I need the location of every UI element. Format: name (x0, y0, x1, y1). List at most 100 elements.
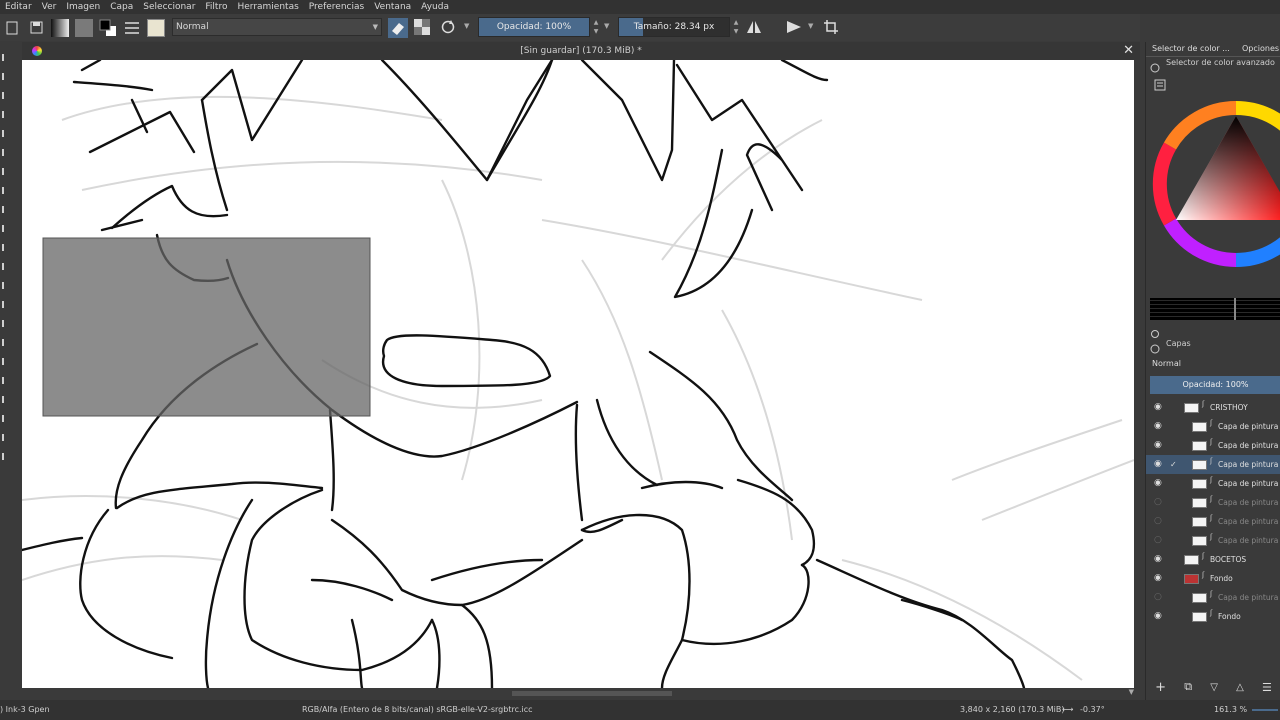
horizontal-scroll-thumb[interactable] (512, 691, 672, 696)
move-tool-icon[interactable] (2, 320, 9, 327)
bezier-tool-icon[interactable] (2, 225, 9, 232)
transform-tool-icon[interactable] (2, 301, 9, 308)
crop-wrap-icon[interactable] (823, 19, 839, 39)
pattern-icon[interactable] (74, 18, 94, 38)
brush-tool-icon[interactable] (2, 111, 9, 118)
visibility-eye-icon[interactable]: ◉ (1154, 569, 1162, 588)
tab-tool-options[interactable]: Opciones (1242, 42, 1279, 56)
color-selector-settings-icon[interactable] (1154, 76, 1166, 95)
size-slider[interactable]: Tamaño: 28.34 px (618, 17, 730, 37)
menu-item-seleccionar[interactable]: Seleccionar (138, 2, 200, 12)
visibility-eye-icon[interactable]: ◉ (1154, 417, 1162, 436)
chevron-down-icon[interactable]: ▼ (604, 22, 609, 30)
layer-row[interactable]: ◉ ʃ Fondo (1146, 607, 1280, 626)
layer-blend-select[interactable]: Normal (1146, 356, 1280, 372)
visibility-eye-icon[interactable]: ◉ (1154, 436, 1162, 455)
add-layer-icon[interactable]: + (1155, 680, 1166, 695)
document-tab[interactable]: [Sin guardar] (170.3 MiB) * ✕ (22, 42, 1140, 60)
docker-float-icon[interactable] (1150, 58, 1160, 77)
mirror-horizontal-icon[interactable] (746, 19, 762, 39)
visibility-eye-icon[interactable]: ○ (1154, 512, 1162, 531)
ellipse-tool-icon[interactable] (2, 168, 9, 175)
alpha-lock-icon[interactable] (414, 19, 432, 37)
gradient-icon[interactable] (50, 18, 70, 38)
drawing-canvas[interactable] (22, 60, 1134, 688)
freehand-path-tool-icon[interactable] (2, 244, 9, 251)
opacity-spin-icon[interactable]: ▲ ▼ (591, 18, 601, 38)
menu-item-ventana[interactable]: Ventana (369, 2, 416, 12)
layer-opacity-slider[interactable]: Opacidad: 100% (1150, 376, 1280, 394)
chevron-down-icon[interactable]: ▼ (464, 22, 469, 30)
visibility-eye-icon[interactable]: ○ (1154, 493, 1162, 512)
rectangle-tool-icon[interactable] (2, 149, 9, 156)
move-layer-up-icon[interactable]: △ (1236, 682, 1244, 693)
menu-item-herramientas[interactable]: Herramientas (232, 2, 303, 12)
colorpicker-tool-icon[interactable] (2, 377, 9, 384)
polygon-tool-icon[interactable] (2, 187, 9, 194)
visibility-eye-icon[interactable]: ◉ (1154, 474, 1162, 493)
chevron-down-icon[interactable]: ▼ (808, 22, 813, 30)
dynamic-brush-tool-icon[interactable] (2, 263, 9, 270)
layer-row[interactable]: ◉ ʃ BOCETOS (1146, 550, 1280, 569)
blend-mode-select[interactable]: Normal ▼ (172, 18, 382, 36)
polyline-tool-icon[interactable] (2, 206, 9, 213)
horizontal-scrollbar[interactable]: ▼ (22, 688, 1140, 700)
brush-preset-icon[interactable] (146, 18, 166, 38)
measure-tool-icon[interactable] (2, 434, 9, 441)
menu-item-preferencias[interactable]: Preferencias (304, 2, 369, 12)
reload-preset-icon[interactable] (440, 19, 458, 37)
layer-row[interactable]: ◉ ✓ ʃ Capa de pintura (1146, 455, 1280, 474)
multibrush-tool-icon[interactable] (2, 282, 9, 289)
visibility-eye-icon[interactable]: ○ (1154, 531, 1162, 550)
tab-color-selector[interactable]: Selector de color ... (1152, 42, 1230, 56)
layer-row[interactable]: ○ ʃ Capa de pintura (1146, 493, 1280, 512)
assistant-tool-icon[interactable] (2, 415, 9, 422)
size-spin-icon[interactable]: ▲ ▼ (731, 18, 741, 38)
menu-item-imagen[interactable]: Imagen (61, 2, 105, 12)
crop-tool-icon[interactable] (2, 339, 9, 346)
zoom-tool-icon[interactable] (2, 453, 9, 460)
layer-row[interactable]: ◉ ʃ Capa de pintura (1146, 474, 1280, 493)
chevron-down-icon[interactable]: ▼ (1129, 688, 1134, 696)
visibility-eye-icon[interactable]: ◉ (1154, 398, 1162, 417)
layer-row[interactable]: ○ ʃ Capa de pintura (1146, 531, 1280, 550)
layer-row[interactable]: ◉ ʃ CRISTHOY (1146, 398, 1280, 417)
visibility-eye-icon[interactable]: ◉ (1154, 550, 1162, 569)
visibility-eye-icon[interactable]: ◉ (1154, 607, 1162, 626)
status-zoom[interactable]: 161.3 % (1214, 700, 1247, 720)
layer-row[interactable]: ○ ʃ Capa de pintura (1146, 512, 1280, 531)
rotation-icon[interactable]: ⟷ (1062, 700, 1073, 720)
visibility-eye-icon[interactable]: ◉ (1154, 455, 1162, 474)
close-icon[interactable]: ✕ (1123, 42, 1134, 60)
menu-item-ayuda[interactable]: Ayuda (416, 2, 454, 12)
color-history-bar[interactable] (1150, 298, 1280, 320)
eraser-mode-icon[interactable] (388, 18, 408, 38)
fill-tool-icon[interactable] (2, 396, 9, 403)
brush-settings-icon[interactable] (122, 18, 142, 38)
opacity-slider[interactable]: Opacidad: 100% (478, 17, 590, 37)
gradient-tool-icon[interactable] (2, 358, 9, 365)
layer-properties-icon[interactable]: ☰ (1262, 681, 1272, 694)
text-tool-icon[interactable] (2, 92, 9, 99)
menu-item-capa[interactable]: Capa (105, 2, 138, 12)
menu-item-filtro[interactable]: Filtro (200, 2, 232, 12)
menu-item-ver[interactable]: Ver (37, 2, 62, 12)
layer-row[interactable]: ◉ ʃ Capa de pintura (1146, 417, 1280, 436)
edit-shapes-tool-icon[interactable] (2, 73, 9, 80)
color-wheel[interactable] (1150, 98, 1280, 276)
visibility-eye-icon[interactable]: ○ (1154, 588, 1162, 607)
save-icon[interactable] (26, 18, 46, 38)
move-layer-down-icon[interactable]: ▽ (1210, 682, 1218, 693)
zoom-slider[interactable] (1252, 709, 1278, 711)
layer-row[interactable]: ◉ ʃ Capa de pintura (1146, 436, 1280, 455)
layer-row[interactable]: ○ ʃ Capa de pintura 1 (1146, 588, 1280, 607)
new-document-icon[interactable] (2, 18, 22, 38)
layer-row[interactable]: ◉ ʃ Fondo (1146, 569, 1280, 588)
select-shapes-tool-icon[interactable] (2, 54, 9, 61)
mirror-vertical-icon[interactable] (786, 19, 802, 39)
menu-item-editar[interactable]: Editar (0, 2, 37, 12)
vertical-scrollbar[interactable] (1134, 60, 1145, 688)
fg-bg-color-icon[interactable] (98, 18, 118, 38)
duplicate-layer-icon[interactable]: ⧉ (1184, 680, 1192, 694)
line-tool-icon[interactable] (2, 130, 9, 137)
